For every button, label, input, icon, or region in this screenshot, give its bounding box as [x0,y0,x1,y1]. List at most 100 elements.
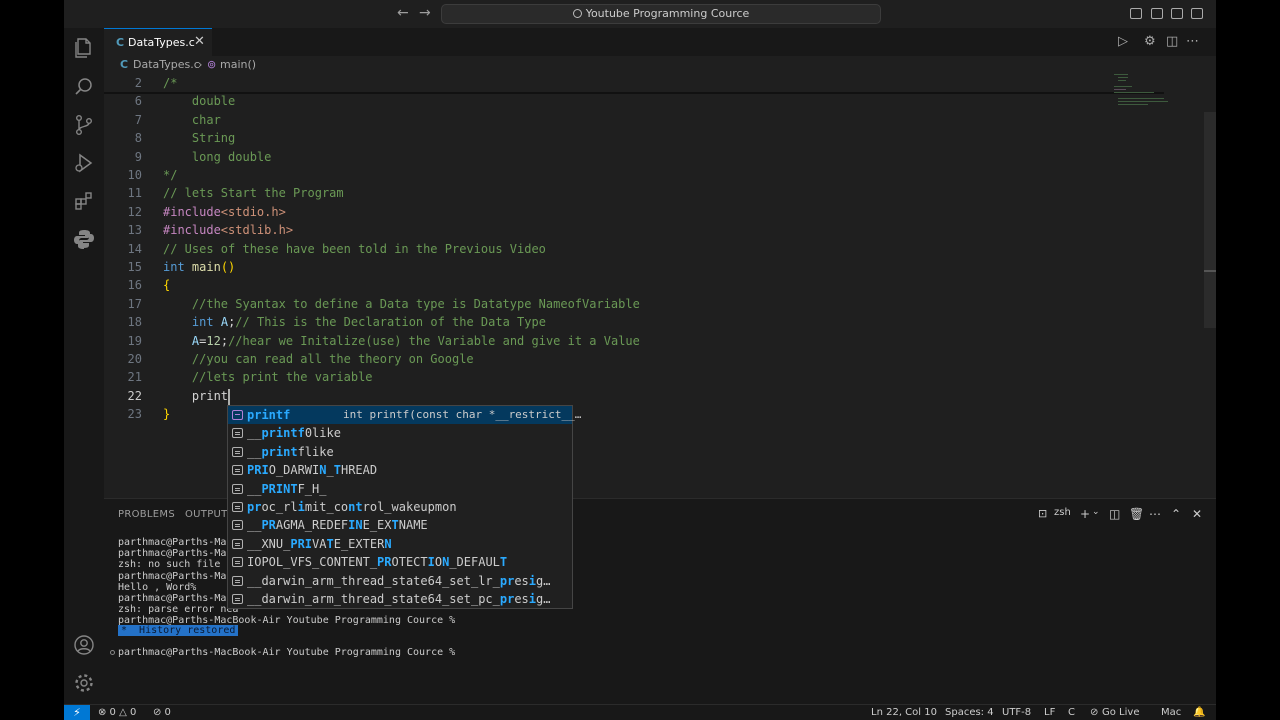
label-text: F_H_ [297,481,327,496]
chevron-down-icon[interactable]: ⌄ [1092,507,1100,517]
code-token: int [191,315,214,330]
vertical-scrollbar[interactable] [1204,112,1216,328]
new-terminal-plus-icon[interactable]: + [1080,507,1090,521]
line-number: 17 [127,296,142,311]
suggestion-item[interactable]: __darwin_arm_thread_state64_set_lr_presi… [228,572,572,590]
label-text: __ [247,444,262,459]
forward-arrow-icon[interactable]: → [419,5,431,21]
line-number: 21 [127,370,142,385]
suggestion-item[interactable]: __darwin_arm_thread_state64_set_pc_presi… [228,590,572,608]
split-terminal-icon[interactable]: ◫ [1109,507,1120,521]
code-line[interactable]: 22 print [104,387,1104,405]
terminal-line: Hello , Word% [118,581,197,593]
code-text: //the Syantax to define a Data type is D… [163,295,640,313]
ports-count[interactable]: ⊘ 0 [153,707,171,718]
suggestion-item[interactable]: PRIO_DARWIN_THREAD [228,461,572,479]
more-actions-icon[interactable]: ⋯ [1186,34,1199,49]
cursor-position[interactable]: Ln 22, Col 10 [871,707,937,718]
notifications-bell-icon[interactable]: 🔔 [1193,707,1205,718]
python-icon[interactable] [72,227,96,251]
search-icon[interactable] [72,75,96,99]
customize-layout-icon[interactable] [1130,8,1142,19]
split-editor-icon[interactable]: ◫ [1166,34,1178,49]
language-mode[interactable]: C [1068,707,1075,718]
run-debug-icon[interactable] [72,151,96,175]
go-live-button[interactable]: Go Live [1102,707,1139,718]
run-icon[interactable]: ▷ [1118,34,1128,49]
code-line[interactable]: 8 String [104,129,1104,147]
encoding[interactable]: UTF-8 [1002,707,1031,718]
breadcrumb-symbol[interactable]: main() [220,58,256,71]
code-line[interactable]: 6 double [104,92,1104,110]
code-line[interactable]: 20 //you can read all the theory on Goog… [104,350,1104,368]
tab-problems[interactable]: PROBLEMS [118,509,175,520]
command-center-search[interactable]: Youtube Programming Cource [441,4,881,24]
settings-gear-icon[interactable]: ⚙ [1144,34,1156,49]
line-number: 18 [127,315,142,330]
breadcrumb-file[interactable]: DataTypes.c [133,58,200,71]
code-line[interactable]: 18 int A;// This is the Declaration of t… [104,313,1104,331]
code-line[interactable]: 16 { [104,276,1104,294]
suggestion-item[interactable]: __PRINTF_H_ [228,480,572,498]
extensions-icon[interactable] [72,189,96,213]
search-icon [572,9,582,18]
code-line[interactable]: 9 long double [104,148,1104,166]
minimap[interactable] [1112,74,1172,134]
code-line[interactable]: 19 A=12;//hear we Initalize(use) the Var… [104,332,1104,350]
code-line[interactable]: 14 // Uses of these have been told in the… [104,240,1104,258]
code-line[interactable]: 15 int main() [104,258,1104,276]
label-text: HREAD [340,463,378,478]
manage-gear-icon[interactable] [72,671,96,695]
suggestion-item[interactable]: printf int printf(const char *__restrict_… [228,406,581,425]
code-token: #include [163,204,221,219]
code-line[interactable]: 2 /* [104,74,1104,92]
suggest-widget[interactable]: printf int printf(const char *__restrict_… [227,405,581,609]
terminal-prompt[interactable]: parthmac@Parths-MacBook-Air Youtube Prog… [118,647,455,658]
suggestion-item[interactable]: __XNU_PRIVATE_EXTERN [228,535,572,553]
code-line[interactable]: 10 */ [104,166,1104,184]
suggestion-item[interactable]: __printflike [228,443,572,461]
label-text: 0like [304,426,341,441]
code-line[interactable]: 21 //lets print the variable [104,368,1104,386]
go-live-radio-icon[interactable]: ⊘ [1090,707,1098,718]
toggle-secondary-sidebar-icon[interactable] [1191,8,1203,19]
code-text: double [163,92,235,110]
maximize-panel-chevron-up-icon[interactable]: ⌃ [1171,507,1181,521]
tab-datatypes-c[interactable]: C DataTypes.c ✕ [104,28,212,56]
text-symbol-icon [232,428,243,439]
close-panel-icon[interactable]: ✕ [1192,507,1202,521]
code-line[interactable]: 17 //the Syantax to define a Data type i… [104,295,1104,313]
terminal-shell-label[interactable]: zsh [1054,507,1071,518]
code-line[interactable]: 7 char [104,111,1104,129]
toggle-panel-icon[interactable] [1171,8,1183,19]
accounts-icon[interactable] [72,633,96,657]
text-symbol-icon [232,446,243,457]
remote-indicator-icon[interactable]: ⚡ [64,705,90,720]
indentation[interactable]: Spaces: 4 [945,707,994,718]
command-decoration-icon[interactable] [110,650,115,655]
code-line[interactable]: 13 #include<stdlib.h> [104,221,1104,239]
source-control-icon[interactable] [72,113,96,137]
more-actions-icon[interactable]: ⋯ [1149,507,1161,521]
line-number: 11 [127,186,142,201]
close-icon[interactable]: ✕ [194,34,205,49]
back-arrow-icon[interactable]: ← [397,5,409,21]
match-highlight: print [261,444,298,459]
suggestion-item[interactable]: IOPOL_VFS_CONTENT_PROTECTION_DEFAULT [228,553,572,571]
suggestion-item[interactable]: proc_rlimit_control_wakeupmon [228,498,572,516]
suggestion-item[interactable]: __PRAGMA_REDEFINE_EXTNAME [228,516,572,534]
suggestion-item[interactable]: __printf0like [228,424,572,442]
vscode-window: ← → Youtube Programming Cource C DataTyp… [64,0,1216,720]
code-token: A [220,315,229,330]
tab-output[interactable]: OUTPUT [185,509,228,520]
code-line[interactable]: 12 #include<stdio.h> [104,203,1104,221]
label-text: __darwin_arm_thread_state64_set_lr_ [247,573,500,588]
toggle-primary-sidebar-icon[interactable] [1151,8,1163,19]
problems-count[interactable]: ⊗ 0 △ 0 [98,707,136,718]
explorer-icon[interactable] [72,36,96,60]
end-of-line[interactable]: LF [1044,707,1055,718]
editor-tab-bar: C DataTypes.c ✕ ▷ ⚙ ◫ ⋯ [104,28,1216,56]
line-number: 2 [134,76,142,90]
code-line[interactable]: 11 // lets Start the Program [104,184,1104,202]
kill-terminal-trash-icon[interactable]: 🗑 [1129,507,1144,521]
